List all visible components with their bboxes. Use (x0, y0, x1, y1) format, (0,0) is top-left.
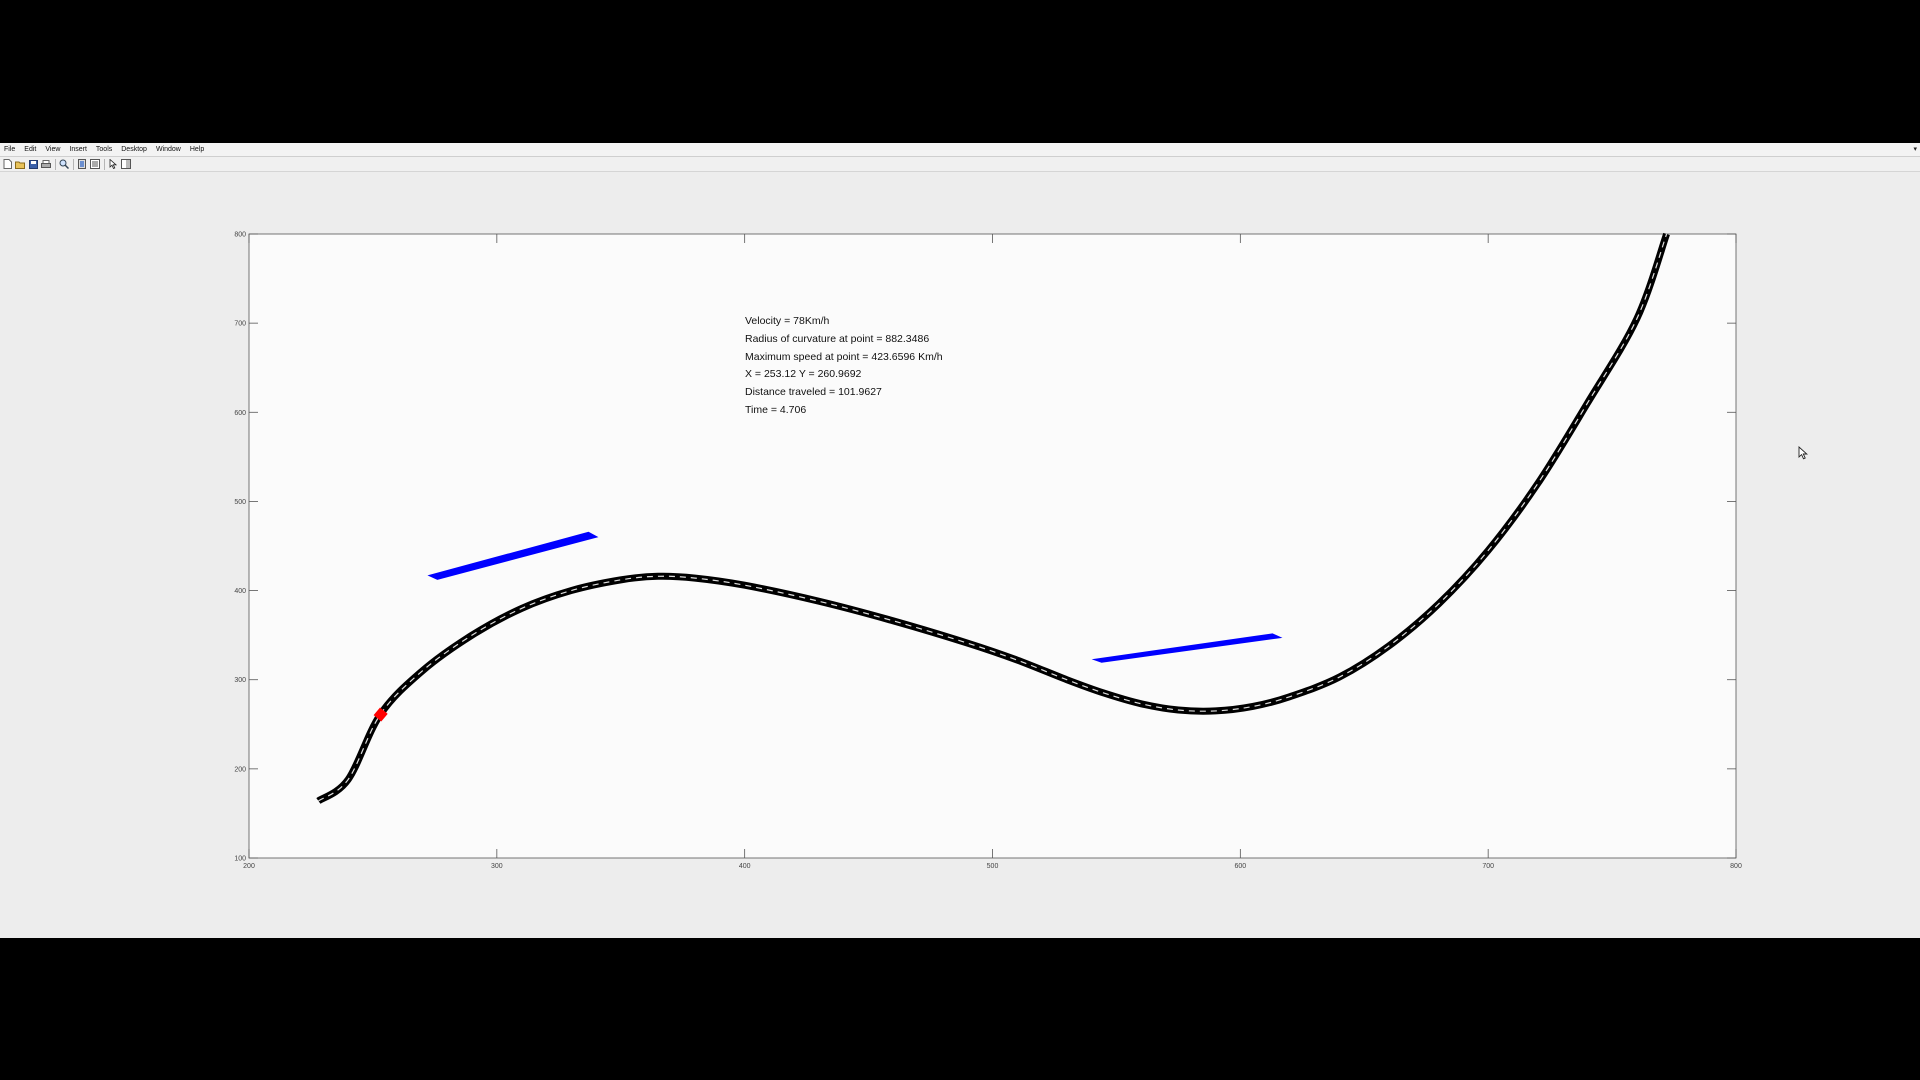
menubar: File Edit View Insert Tools Desktop Wind… (0, 143, 1920, 157)
velocity-text: Velocity = 78Km/h (745, 315, 829, 327)
axes-plot: 200 300 400 500 600 700 8001002003004005006007… (234, 232, 1742, 871)
chevron-down-icon[interactable]: ▾ (1913, 145, 1917, 153)
insert-legend-icon[interactable] (90, 159, 100, 169)
save-icon[interactable] (28, 159, 38, 169)
y-tick-label: 100 (234, 856, 246, 863)
x-tick-label: 500 (987, 863, 999, 870)
print-icon[interactable] (41, 159, 51, 169)
distance-text: Distance traveled = 101.9627 (745, 386, 882, 398)
toolbar (0, 157, 1920, 172)
pointer-icon[interactable] (108, 159, 118, 169)
y-tick-label: 800 (234, 232, 246, 239)
x-tick-label: 400 (739, 863, 751, 870)
menu-file[interactable]: File (0, 143, 20, 156)
matlab-figure-window: File Edit View Insert Tools Desktop Wind… (0, 143, 1920, 938)
insert-colorbar-icon[interactable] (77, 159, 87, 169)
max-speed-text: Maximum speed at point = 423.6596 Km/h (745, 351, 943, 363)
menu-edit[interactable]: Edit (20, 143, 41, 156)
y-tick-label: 500 (234, 499, 246, 506)
axes-background (248, 233, 1737, 859)
menu-window[interactable]: Window (152, 143, 186, 156)
y-tick-label: 700 (234, 321, 246, 328)
mouse-pointer-icon (1798, 446, 1808, 460)
position-text: X = 253.12 Y = 260.9692 (745, 368, 862, 380)
x-tick-label: 300 (491, 863, 503, 870)
y-tick-label: 600 (234, 410, 246, 417)
menu-tools[interactable]: Tools (92, 143, 117, 156)
open-file-icon[interactable] (15, 159, 25, 169)
toolbar-separator (73, 158, 74, 170)
menu-insert[interactable]: Insert (65, 143, 92, 156)
x-tick-label: 200 (243, 863, 255, 870)
menu-view[interactable]: View (41, 143, 65, 156)
x-tick-label: 800 (1730, 863, 1742, 870)
menu-help[interactable]: Help (186, 143, 209, 156)
radius-text: Radius of curvature at point = 882.3486 (745, 333, 929, 345)
toolbar-separator (55, 158, 56, 170)
time-text: Time = 4.706 (745, 404, 806, 416)
x-tick-label: 600 (1234, 863, 1246, 870)
figure-canvas: 200 300 400 500 600 700 800 100 200 300 400 500 600 7… (0, 173, 1920, 938)
toolbar-separator (104, 158, 105, 170)
y-tick-label: 200 (234, 766, 246, 773)
menu-desktop[interactable]: Desktop (117, 143, 152, 156)
y-tick-label: 300 (234, 677, 246, 684)
y-tick-label: 400 (234, 588, 246, 595)
new-figure-icon[interactable] (2, 159, 12, 169)
x-tick-label: 700 (1482, 863, 1494, 870)
zoom-icon[interactable] (59, 159, 69, 169)
plot-tools-icon[interactable] (121, 159, 131, 169)
